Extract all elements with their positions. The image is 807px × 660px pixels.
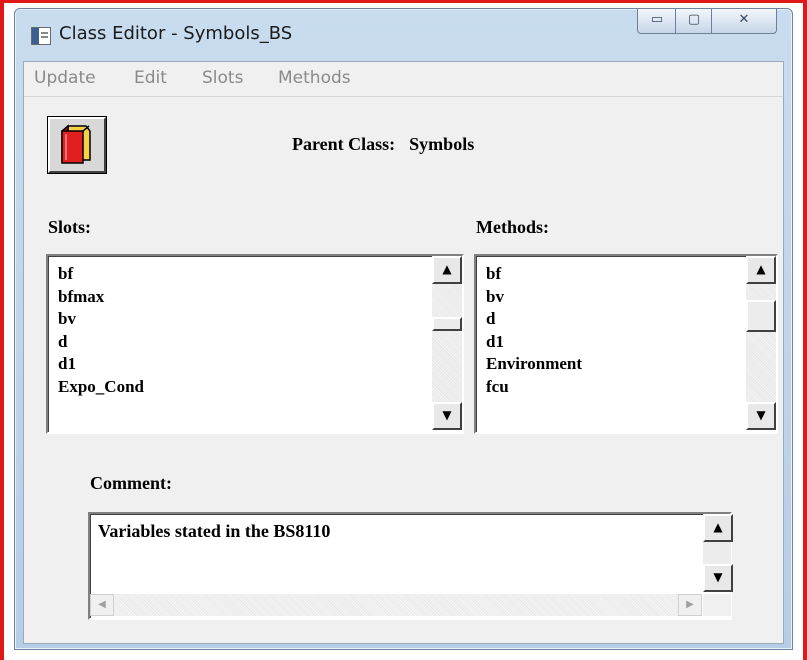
comment-scroll-down-button[interactable]: ▼ — [703, 564, 733, 592]
parent-class-display: Parent Class: Symbols — [292, 134, 474, 155]
menu-edit[interactable]: Edit — [134, 68, 167, 88]
slots-scroll-up-button[interactable]: ▲ — [432, 256, 462, 284]
comment-textarea[interactable]: Variables stated in the BS8110 ▲ ▼ ◀ ▶ — [88, 512, 733, 620]
method-item[interactable]: Environment — [486, 353, 582, 376]
method-item[interactable]: d1 — [486, 331, 582, 354]
close-button[interactable]: ✕ — [711, 9, 777, 34]
methods-scroll-thumb[interactable] — [746, 300, 776, 332]
comment-scroll-left-button[interactable]: ◀ — [90, 594, 114, 616]
method-item[interactable]: fcu — [486, 376, 582, 399]
maximize-button[interactable]: ▢ — [675, 9, 713, 34]
open-class-book-button[interactable] — [48, 117, 106, 173]
menu-methods[interactable]: Methods — [278, 68, 351, 88]
comment-horizontal-scrollbar[interactable]: ◀ ▶ — [90, 594, 702, 616]
comment-text[interactable]: Variables stated in the BS8110 — [98, 521, 330, 542]
parent-class-value: Symbols — [409, 134, 475, 154]
red-book-icon — [61, 124, 91, 164]
comment-scroll-up-button[interactable]: ▲ — [703, 514, 733, 542]
slot-item[interactable]: bv — [58, 308, 144, 331]
comment-vertical-scrollbar[interactable]: ▲ ▼ — [703, 514, 733, 592]
slot-item[interactable]: bf — [58, 263, 144, 286]
slots-listbox[interactable]: bf bfmax bv d d1 Expo_Cond ▲ ▼ — [46, 254, 464, 434]
menu-update[interactable]: Update — [34, 68, 96, 88]
screen-edge-right — [803, 0, 807, 660]
slot-item[interactable]: d1 — [58, 353, 144, 376]
scrollbar-corner — [703, 594, 731, 616]
minimize-button[interactable]: ▭ — [637, 9, 677, 34]
method-item[interactable]: bv — [486, 286, 582, 309]
methods-listbox[interactable]: bf bv d d1 Environment fcu ▲ ▼ — [474, 254, 778, 434]
slots-label: Slots: — [48, 217, 92, 237]
slot-item[interactable]: d — [58, 331, 144, 354]
screen-edge-left — [0, 0, 4, 660]
menu-slots[interactable]: Slots — [202, 68, 243, 88]
title-bar[interactable]: Class Editor - Symbols_BS ▭ ▢ ✕ — [15, 9, 792, 61]
methods-scroll-down-button[interactable]: ▼ — [746, 402, 776, 430]
methods-label: Methods: — [476, 217, 549, 237]
window-client-area: Update Edit Slots Methods Parent Class: S… — [23, 61, 784, 644]
slots-scroll-thumb[interactable] — [432, 317, 462, 331]
methods-scroll-up-button[interactable]: ▲ — [746, 256, 776, 284]
comment-scroll-right-button[interactable]: ▶ — [678, 594, 702, 616]
window-app-icon[interactable] — [31, 27, 51, 45]
slots-scroll-down-button[interactable]: ▼ — [432, 402, 462, 430]
class-editor-window: Class Editor - Symbols_BS ▭ ▢ ✕ Update E… — [14, 8, 793, 650]
methods-scrollbar[interactable]: ▲ ▼ — [746, 256, 776, 430]
method-item[interactable]: bf — [486, 263, 582, 286]
parent-class-label: Parent Class: — [292, 134, 396, 154]
slots-scrollbar[interactable]: ▲ ▼ — [432, 256, 462, 430]
comment-label: Comment: — [90, 473, 172, 493]
screen-edge-top — [0, 0, 807, 3]
slot-item[interactable]: Expo_Cond — [58, 376, 144, 399]
window-title: Class Editor - Symbols_BS — [59, 23, 293, 44]
method-item[interactable]: d — [486, 308, 582, 331]
menu-bar: Update Edit Slots Methods — [24, 62, 783, 97]
slot-item[interactable]: bfmax — [58, 286, 144, 309]
